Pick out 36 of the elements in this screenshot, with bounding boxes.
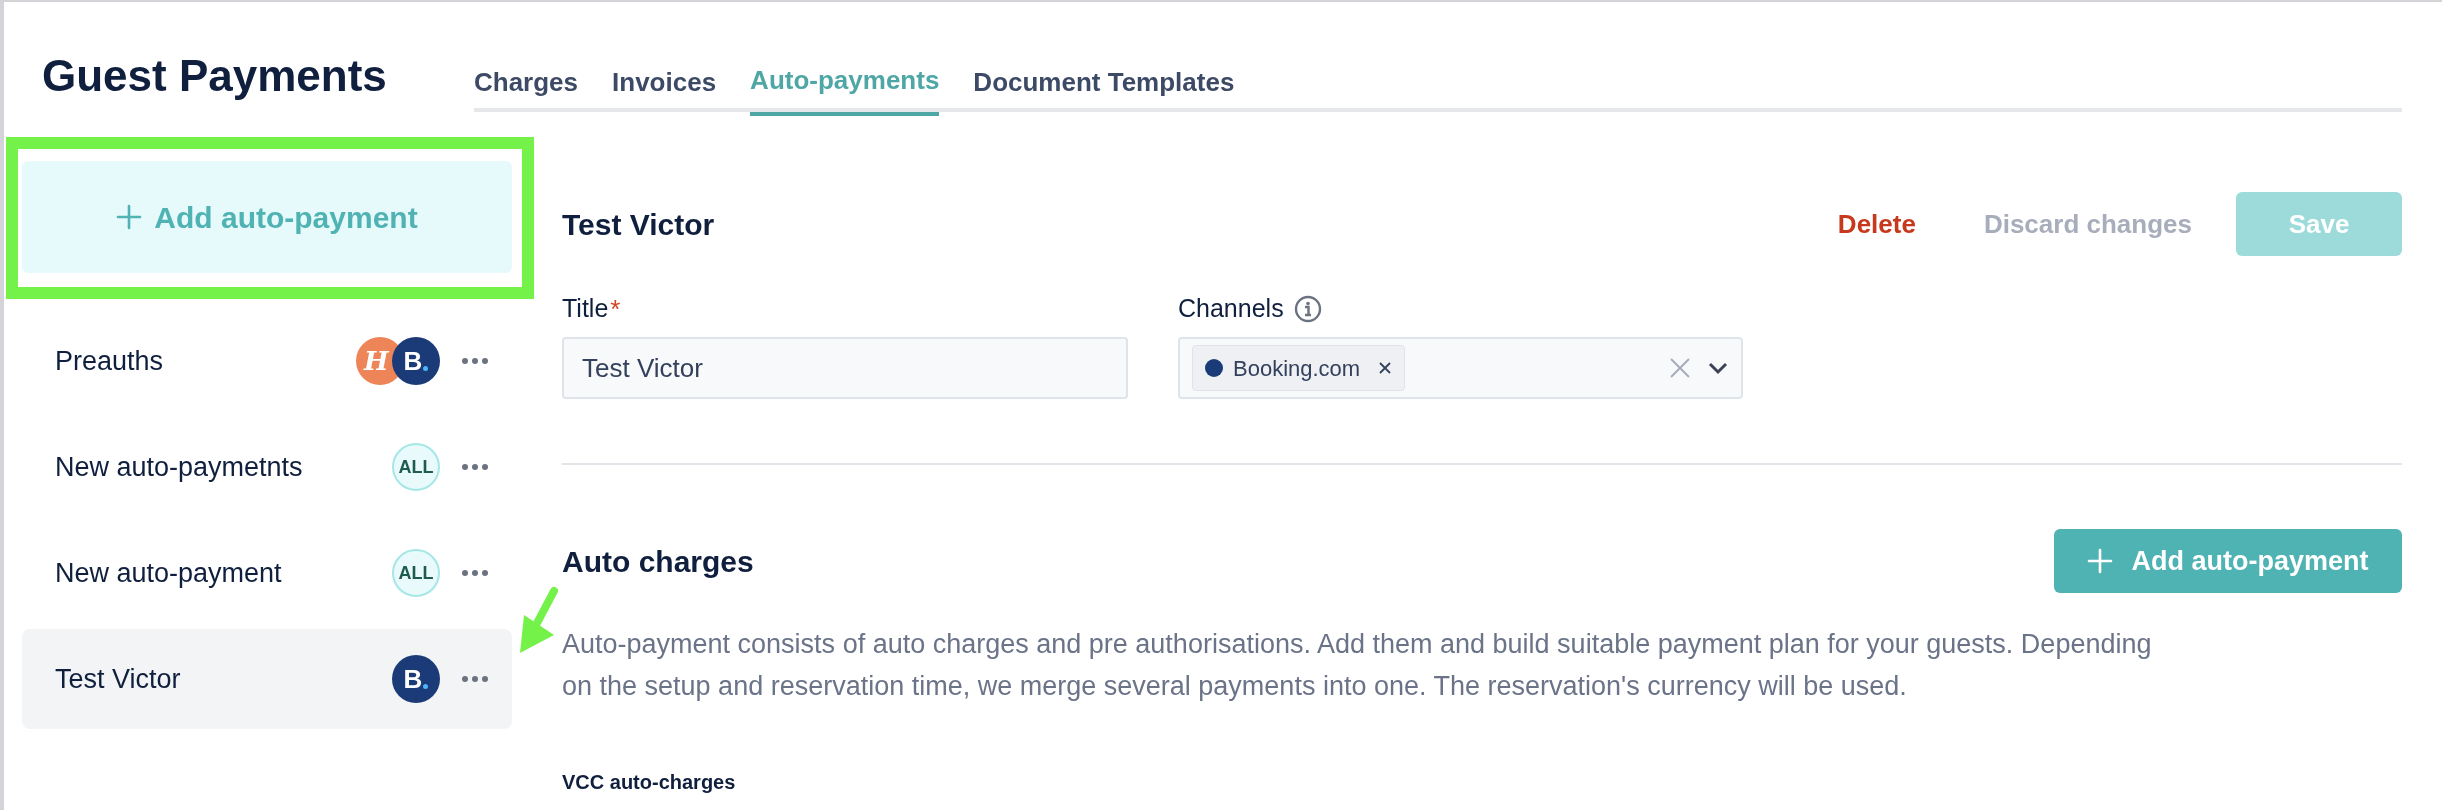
description-text: Auto-payment consists of auto charges and pre authorisations. Add them and build suitable payment plan for your guests. Depending on the setup and reservation time, we merge several payments into one. The reservation's currency will be used.	[562, 628, 2153, 703]
more-icon[interactable]	[462, 464, 488, 470]
sidebar-item[interactable]: Test Victor B	[22, 629, 512, 729]
item-name: New auto-paymetnts	[55, 450, 304, 484]
field-label: Title	[562, 293, 609, 325]
channel-logo: B	[392, 337, 440, 385]
more-icon[interactable]	[462, 676, 488, 682]
title-field[interactable]: Test Victor	[562, 337, 1128, 399]
channel-logo: B	[392, 655, 440, 703]
delete-button[interactable]: Delete	[1837, 204, 1916, 244]
field-label: Channels	[1178, 293, 1284, 325]
more-icon[interactable]	[462, 570, 488, 576]
required-mark: *	[610, 296, 621, 322]
chevron-down-icon[interactable]	[1707, 361, 1729, 375]
channels-select[interactable]: Booking.com	[1178, 337, 1743, 399]
item-name: New auto-payment	[55, 556, 283, 590]
subsection-title: VCC auto-charges	[562, 770, 737, 795]
sidebar-item[interactable]: New auto-paymetnts ALL	[22, 417, 512, 517]
sidebar-item[interactable]: Preauths H B	[22, 311, 512, 411]
tab[interactable]: Charges	[474, 60, 579, 116]
section-title: Auto charges	[562, 543, 755, 580]
detail-title: Test Victor	[562, 206, 716, 243]
all-channels-badge: ALL	[392, 443, 440, 491]
tab[interactable]: Invoices	[612, 60, 717, 116]
channel-chip: Booking.com	[1192, 345, 1406, 391]
all-channels-badge: ALL	[392, 549, 440, 597]
plus-icon	[116, 204, 143, 230]
more-icon[interactable]	[462, 358, 488, 364]
info-icon[interactable]	[1293, 295, 1322, 323]
pointer-arrow	[518, 587, 558, 655]
tab[interactable]: Document Templates	[973, 60, 1235, 116]
sidebar-item[interactable]: New auto-payment ALL	[22, 523, 512, 623]
remove-icon[interactable]	[1378, 361, 1393, 375]
plus-icon	[2087, 548, 2114, 574]
item-name: Test Victor	[55, 662, 182, 696]
item-name: Preauths	[55, 344, 165, 378]
